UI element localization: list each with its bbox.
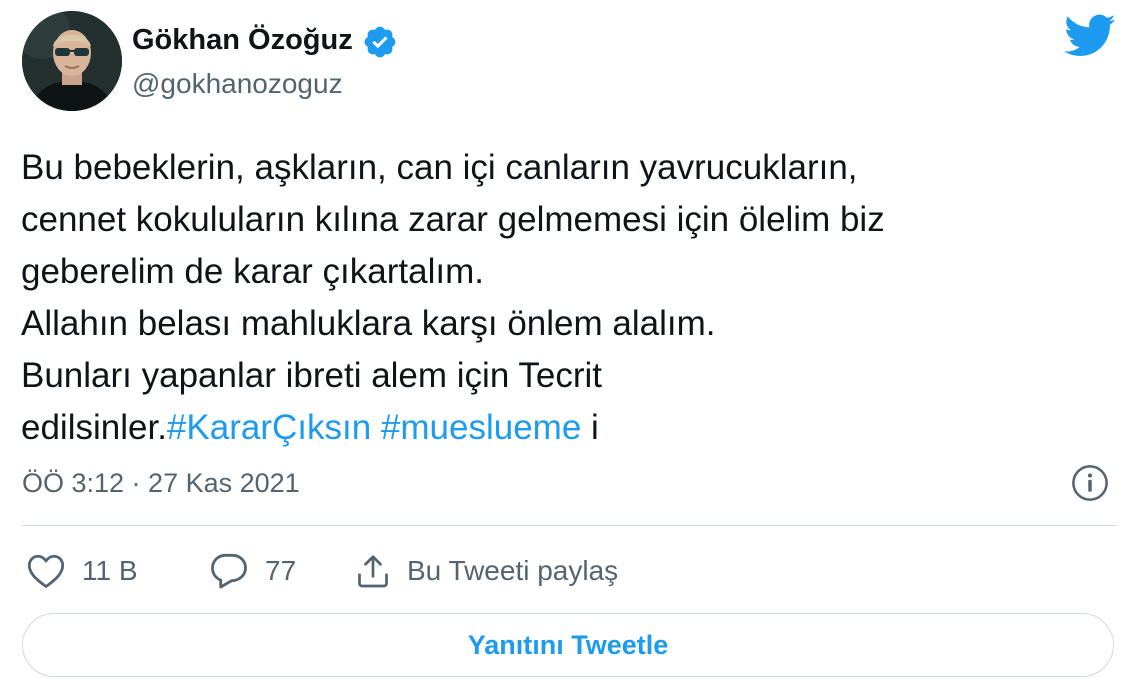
- share-label: Bu Tweeti paylaş: [407, 555, 619, 586]
- tweet-card: Gökhan Özoğuz @gokhanozoguz Bu bebekleri…: [0, 0, 1140, 691]
- tweet-text-line-last: edilsinler.#KararÇıksın #mueslueme i: [21, 402, 1121, 454]
- tweet-text-segment: i: [581, 408, 599, 447]
- tweet-text: Bu bebeklerin, aşkların, can içi canları…: [21, 142, 1121, 454]
- tweet-text-space: [371, 408, 381, 447]
- tweet-text-line: Bunları yapanlar ibreti alem için Tecrit: [21, 356, 603, 395]
- tweet-text-line: cennet kokuluların kılına zarar gelmemes…: [21, 200, 885, 239]
- heart-icon: [27, 554, 65, 588]
- reply-count: 77: [265, 555, 297, 586]
- share-icon: [358, 555, 388, 588]
- tweet-text-line: Bu bebeklerin, aşkların, can içi canları…: [21, 148, 858, 187]
- tweet-text-line: Allahın belası mahluklara karşı önlem al…: [21, 304, 716, 343]
- reply-button[interactable]: 77: [209, 551, 296, 591]
- verified-badge-icon: [364, 26, 396, 58]
- author-handle[interactable]: @gokhanozoguz: [132, 66, 343, 102]
- tweet-text-line: geberelim de karar çıkartalım.: [21, 252, 484, 291]
- tweet-timestamp[interactable]: ÖÖ 3:12 · 27 Kas 2021: [22, 465, 300, 501]
- divider: [22, 525, 1117, 526]
- hashtag-link-mueslueme[interactable]: #mueslueme: [381, 408, 581, 447]
- hashtag-link-kararciksin[interactable]: #KararÇıksın: [167, 408, 371, 447]
- info-icon[interactable]: [1071, 464, 1109, 502]
- share-button[interactable]: Bu Tweeti paylaş: [355, 551, 618, 591]
- tweet-your-reply-button[interactable]: Yanıtını Tweetle: [22, 613, 1114, 677]
- like-button[interactable]: 11 B: [26, 551, 138, 591]
- tweet-text-segment: edilsinler.: [21, 408, 167, 447]
- author-name[interactable]: Gökhan Özoğuz: [132, 22, 353, 58]
- speech-bubble-icon: [211, 553, 247, 589]
- like-count: 11 B: [82, 555, 138, 586]
- avatar[interactable]: [22, 11, 122, 111]
- twitter-bird-icon[interactable]: [1064, 14, 1116, 58]
